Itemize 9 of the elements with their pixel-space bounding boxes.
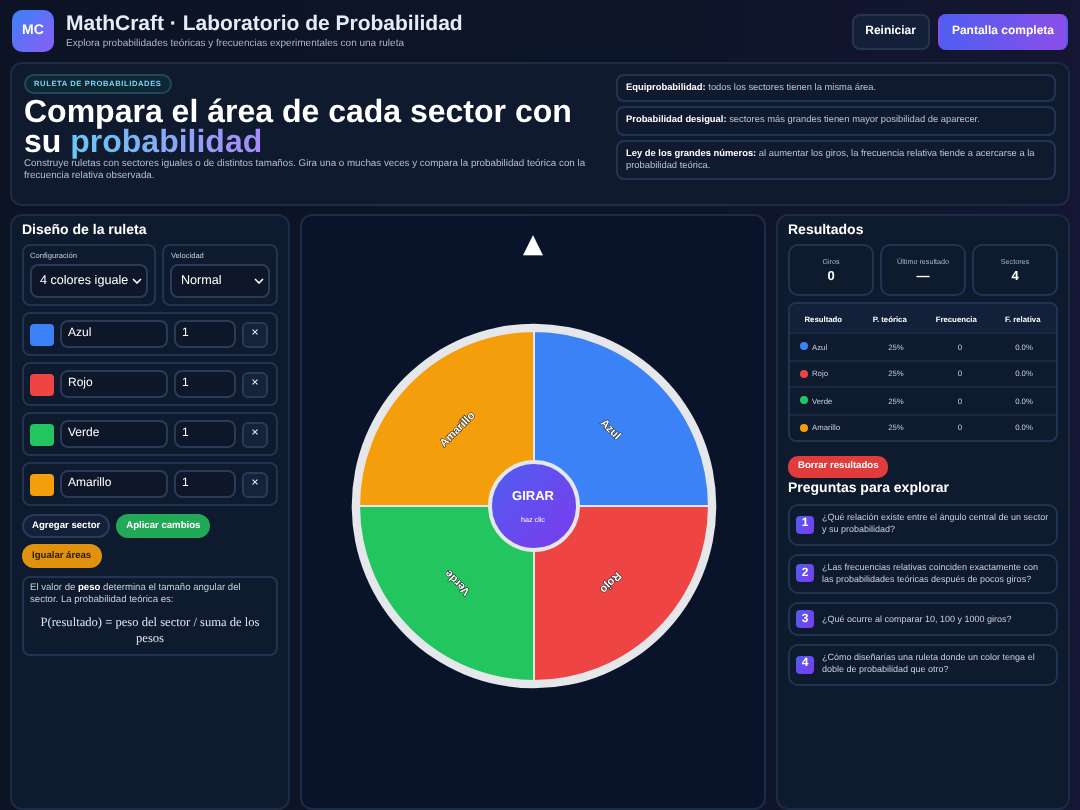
color-swatch[interactable] — [30, 323, 54, 345]
color-swatch[interactable] — [30, 373, 54, 395]
color-swatch[interactable] — [30, 423, 54, 445]
chevron-down-icon — [254, 278, 264, 284]
pointer-icon: ▲ — [523, 232, 543, 258]
color-swatch[interactable] — [30, 473, 54, 495]
app-title: MathCraft · Laboratorio de Probabilidad — [66, 12, 465, 36]
chevron-down-icon — [132, 278, 143, 284]
hero-title: Compara el área de cada sector con su probabilidad — [24, 98, 574, 158]
